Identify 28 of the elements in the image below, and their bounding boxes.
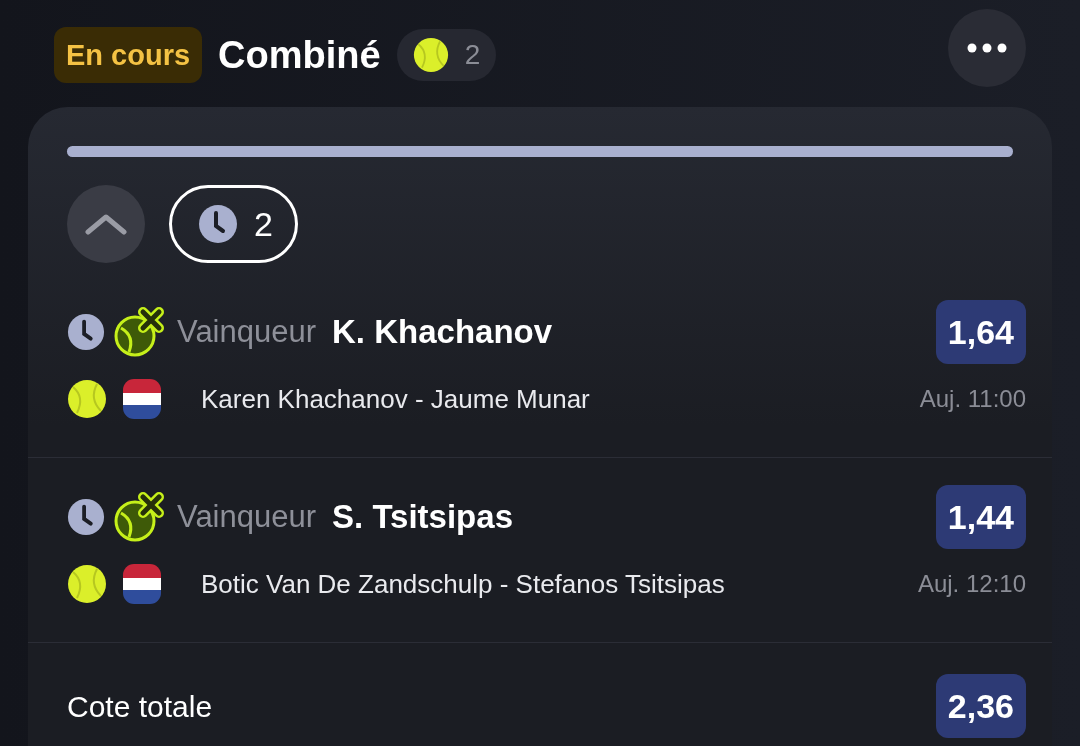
market-label: Vainqueur [177, 497, 317, 536]
selection-name: S. Tsitsipas [332, 497, 513, 538]
market-label: Vainqueur [177, 312, 317, 351]
match-name: Karen Khachanov - Jaume Munar [201, 382, 590, 416]
pending-filter-button[interactable]: 2 [169, 185, 298, 263]
bet-title: Combiné [218, 32, 381, 78]
netherlands-flag-icon [123, 379, 161, 419]
more-icon [967, 42, 1007, 53]
odds-badge: 1,44 [935, 485, 1026, 549]
selection-name: K. Khachanov [332, 312, 553, 353]
tennis-ball-cross-icon [113, 491, 165, 543]
total-odds-label: Cote totale [67, 688, 213, 725]
sport-count: 2 [464, 38, 481, 72]
status-badge: En cours [54, 27, 203, 83]
clock-icon [67, 498, 105, 536]
total-odds: 2,36 [935, 674, 1026, 738]
chevron-up-icon [85, 213, 127, 235]
clock-icon [198, 204, 238, 244]
match-time: Auj. 11:00 [919, 384, 1026, 414]
odds-badge: 1,64 [935, 300, 1026, 364]
tennis-ball-icon [67, 564, 107, 604]
tennis-ball-icon [67, 379, 107, 419]
match-time: Auj. 12:10 [917, 569, 1026, 599]
tennis-ball-cross-icon [113, 306, 165, 358]
tennis-ball-icon [412, 37, 449, 73]
clock-icon [67, 313, 105, 351]
match-name: Botic Van De Zandschulp - Stefanos Tsitsipas [201, 567, 725, 601]
netherlands-flag-icon [123, 564, 161, 604]
